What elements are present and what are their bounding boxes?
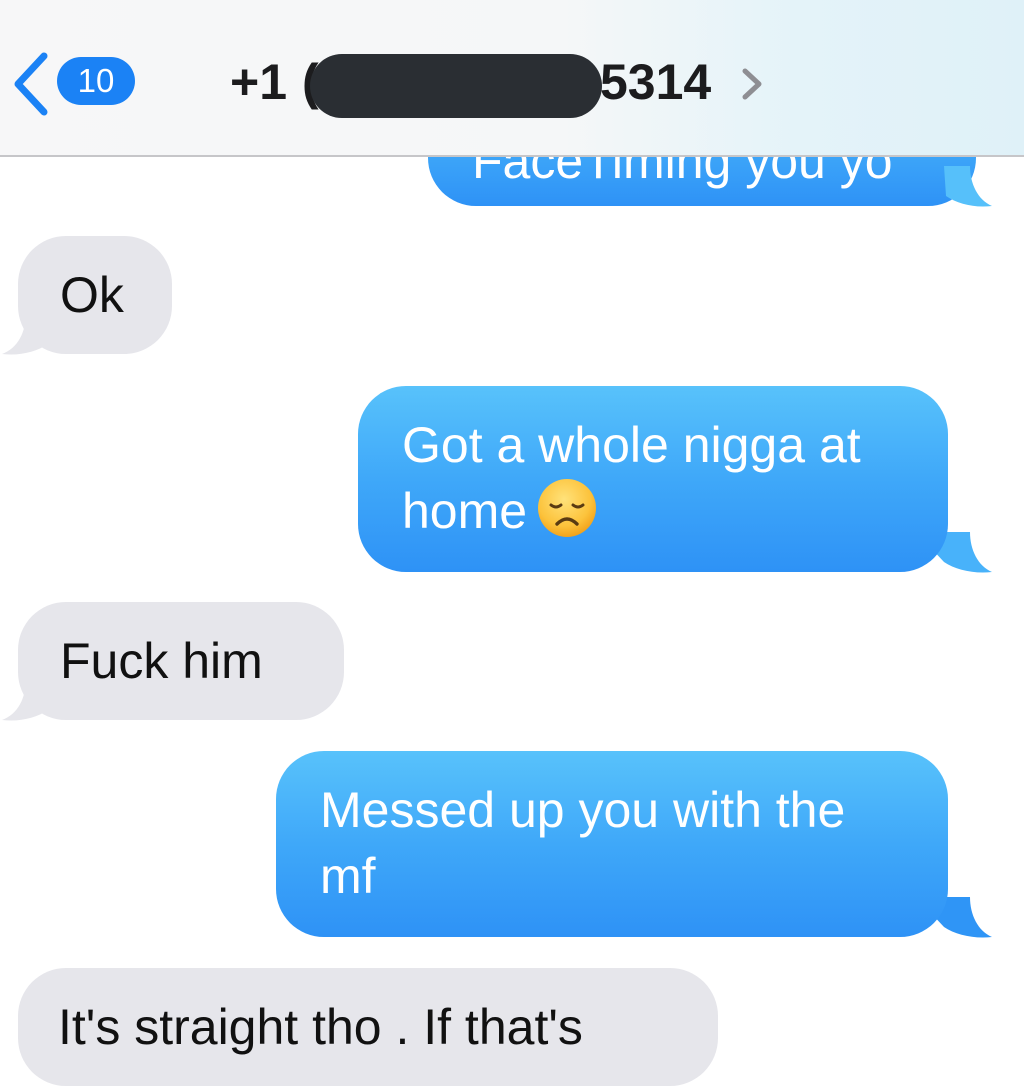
sent-message-bubble[interactable]: Got a whole nigga at home: [358, 386, 948, 572]
message-text: Messed up you with the mf: [320, 782, 846, 904]
message-text: Fuck him: [60, 633, 263, 689]
chevron-right-icon[interactable]: [740, 67, 764, 101]
received-message-bubble[interactable]: Fuck him: [18, 602, 344, 720]
received-message-bubble[interactable]: It's straight tho . If that's: [18, 968, 718, 1086]
bubble-tail: [944, 166, 992, 207]
conversation-header: 10 +1 ( 5314: [0, 0, 1024, 157]
contact-number-prefix[interactable]: +1: [230, 52, 287, 112]
received-message-bubble[interactable]: Ok: [18, 236, 172, 354]
message-text: Got a whole nigga at home: [402, 417, 861, 539]
contact-number-suffix[interactable]: 5314: [600, 52, 711, 112]
disappointed-face-icon: [538, 479, 597, 537]
sent-message-bubble[interactable]: Messed up you with the mf: [276, 751, 948, 937]
unread-count-badge[interactable]: 10: [57, 57, 135, 105]
message-text: It's straight tho . If that's: [58, 999, 583, 1055]
redaction-bar: [310, 54, 602, 118]
chevron-left-icon[interactable]: [10, 52, 50, 116]
message-text: Ok: [60, 267, 124, 323]
